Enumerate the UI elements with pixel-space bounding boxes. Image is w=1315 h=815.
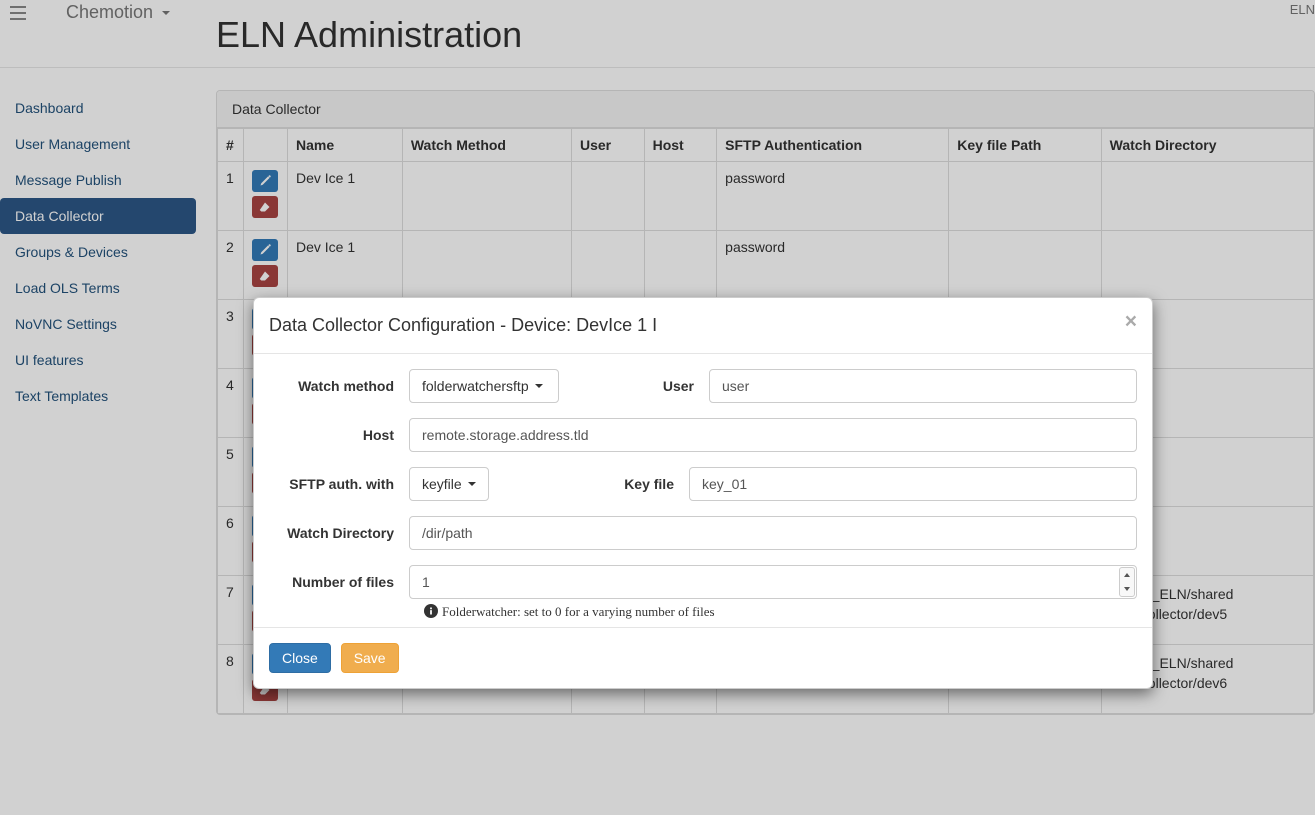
watch-method-value: folderwatchersftp — [422, 378, 529, 394]
sftp-auth-label: SFTP auth. with — [269, 476, 409, 492]
close-button[interactable]: Close — [269, 643, 331, 673]
watch-directory-label: Watch Directory — [269, 525, 409, 541]
chevron-down-icon — [535, 384, 543, 388]
info-icon — [424, 604, 438, 622]
watch-method-label: Watch method — [269, 378, 409, 394]
host-label: Host — [269, 427, 409, 443]
watch-directory-input[interactable] — [409, 516, 1137, 550]
number-of-files-help: Folderwatcher: set to 0 for a varying nu… — [269, 604, 1137, 622]
key-file-input[interactable] — [689, 467, 1137, 501]
host-input[interactable] — [409, 418, 1137, 452]
watch-method-dropdown[interactable]: folderwatchersftp — [409, 369, 559, 403]
sftp-auth-dropdown[interactable]: keyfile — [409, 467, 489, 501]
number-of-files-label: Number of files — [269, 574, 409, 590]
number-stepper[interactable] — [1119, 567, 1135, 597]
sftp-auth-value: keyfile — [422, 476, 462, 492]
data-collector-config-modal: × Data Collector Configuration - Device:… — [253, 297, 1153, 689]
number-of-files-input[interactable] — [409, 565, 1137, 599]
user-input[interactable] — [709, 369, 1137, 403]
close-icon[interactable]: × — [1125, 311, 1137, 332]
stepper-down-icon[interactable] — [1120, 582, 1134, 596]
modal-title: Data Collector Configuration - Device: D… — [269, 313, 1137, 338]
stepper-up-icon[interactable] — [1120, 568, 1134, 582]
chevron-down-icon — [468, 482, 476, 486]
save-button[interactable]: Save — [341, 643, 399, 673]
key-file-label: Key file — [549, 476, 689, 492]
user-label: User — [619, 378, 709, 394]
